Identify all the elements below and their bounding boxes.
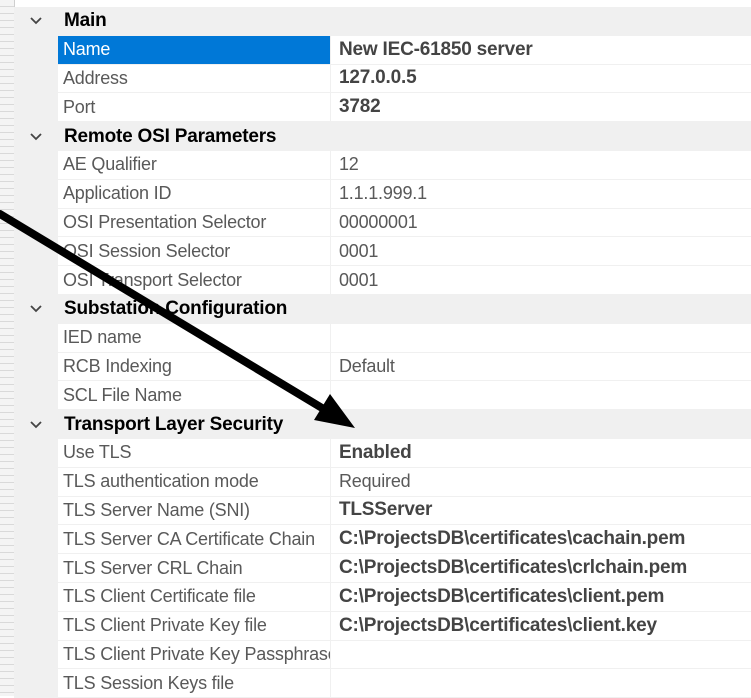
property-name[interactable]: TLS Client Private Key Passphrase — [58, 640, 331, 670]
row-gutter — [14, 669, 58, 698]
property-name[interactable]: TLS Session Keys file — [58, 669, 331, 698]
property-value[interactable]: C:\ProjectsDB\certificates\client.pem — [331, 583, 751, 612]
property-row-tls-server-crl-chain[interactable]: TLS Server CRL Chain C:\ProjectsDB\certif… — [14, 554, 751, 583]
category-label: Main — [64, 10, 107, 32]
property-value[interactable]: 1.1.1.999.1 — [331, 180, 751, 209]
property-name[interactable]: Address — [58, 64, 331, 94]
row-gutter — [14, 323, 58, 353]
property-value[interactable] — [331, 381, 751, 411]
row-gutter — [14, 179, 58, 209]
property-row-port[interactable]: Port 3782 — [14, 93, 751, 123]
row-gutter — [14, 93, 58, 123]
property-row-application-id[interactable]: Application ID 1.1.1.999.1 — [14, 179, 751, 209]
property-value[interactable]: Required — [331, 468, 751, 497]
row-gutter — [14, 582, 58, 612]
category-main[interactable]: Main — [14, 7, 751, 36]
property-name[interactable]: Use TLS — [58, 438, 331, 468]
property-value[interactable]: 127.0.0.5 — [331, 65, 751, 94]
property-row-osi-session-selector[interactable]: OSI Session Selector 0001 — [14, 237, 751, 267]
property-name[interactable]: AE Qualifier — [58, 150, 331, 180]
property-name[interactable]: TLS Client Certificate file — [58, 582, 331, 612]
property-name[interactable]: SCL File Name — [58, 381, 331, 411]
property-row-tls-client-private-key-file[interactable]: TLS Client Private Key file C:\ProjectsDB… — [14, 611, 751, 641]
property-value[interactable] — [331, 669, 751, 698]
row-gutter — [14, 237, 58, 267]
category-label: Remote OSI Parameters — [64, 125, 277, 147]
property-value[interactable]: New IEC-61850 server — [331, 36, 751, 65]
category-expander[interactable] — [14, 7, 58, 36]
row-gutter — [14, 438, 58, 468]
property-value[interactable]: 12 — [331, 151, 751, 180]
chevron-down-icon — [30, 420, 42, 428]
property-name[interactable]: TLS authentication mode — [58, 467, 331, 497]
row-gutter — [14, 467, 58, 497]
row-gutter — [14, 640, 58, 670]
property-row-tls-client-certificate-file[interactable]: TLS Client Certificate file C:\ProjectsDB… — [14, 582, 751, 612]
property-row-tls-authentication-mode[interactable]: TLS authentication mode Required — [14, 467, 751, 497]
property-row-tls-server-name-sni[interactable]: TLS Server Name (SNI) TLSServer — [14, 496, 751, 526]
property-name[interactable]: RCB Indexing — [58, 352, 331, 382]
row-gutter — [14, 554, 58, 583]
category-expander[interactable] — [14, 410, 58, 439]
property-row-rcb-indexing[interactable]: RCB Indexing Default — [14, 352, 751, 382]
row-gutter — [14, 496, 58, 526]
property-value[interactable]: C:\ProjectsDB\certificates\crlchain.pem — [331, 554, 751, 583]
category-expander[interactable] — [14, 295, 58, 324]
category-label: Transport Layer Security — [64, 413, 284, 435]
property-row-osi-transport-selector[interactable]: OSI Transport Selector 0001 — [14, 266, 751, 295]
property-row-use-tls[interactable]: Use TLS Enabled — [14, 438, 751, 468]
property-name[interactable]: Port — [58, 93, 331, 123]
category-label: Substation Configuration — [64, 298, 288, 320]
property-name[interactable]: OSI Session Selector — [58, 237, 331, 267]
property-grid: Main Name New IEC-61850 server Address 127.0… — [14, 7, 751, 698]
property-name[interactable]: Application ID — [58, 179, 331, 209]
property-value[interactable]: TLSServer — [331, 497, 751, 526]
chevron-down-icon — [30, 17, 42, 25]
property-value[interactable]: Default — [331, 353, 751, 382]
property-row-tls-client-private-key-passphrase[interactable]: TLS Client Private Key Passphrase — [14, 640, 751, 670]
category-transport-layer-security[interactable]: Transport Layer Security — [14, 410, 751, 439]
property-row-scl-file-name[interactable]: SCL File Name — [14, 381, 751, 411]
category-substation-configuration[interactable]: Substation Configuration — [14, 294, 751, 324]
property-value[interactable]: 3782 — [331, 93, 751, 123]
row-gutter — [14, 525, 58, 555]
property-value[interactable]: 0001 — [331, 237, 751, 267]
property-row-tls-session-keys-file[interactable]: TLS Session Keys file — [14, 669, 751, 698]
property-name[interactable]: IED name — [58, 323, 331, 353]
property-name[interactable]: OSI Presentation Selector — [58, 208, 331, 238]
row-gutter — [14, 208, 58, 238]
property-row-ied-name[interactable]: IED name — [14, 323, 751, 353]
row-gutter — [14, 150, 58, 180]
property-name[interactable]: TLS Client Private Key file — [58, 611, 331, 641]
property-name[interactable]: TLS Server Name (SNI) — [58, 496, 331, 526]
property-value[interactable]: 00000001 — [331, 209, 751, 238]
property-row-osi-presentation-selector[interactable]: OSI Presentation Selector 00000001 — [14, 208, 751, 238]
property-value[interactable] — [331, 324, 751, 353]
row-gutter — [14, 266, 58, 295]
chevron-down-icon — [30, 305, 42, 313]
property-name[interactable]: Name — [58, 35, 331, 65]
row-gutter — [14, 381, 58, 411]
property-value[interactable]: C:\ProjectsDB\certificates\client.key — [331, 612, 751, 641]
property-name[interactable]: TLS Server CRL Chain — [58, 554, 331, 583]
property-row-tls-server-ca-certificate-chain[interactable]: TLS Server CA Certificate Chain C:\Projec… — [14, 525, 751, 555]
property-value[interactable]: C:\ProjectsDB\certificates\cachain.pem — [331, 525, 751, 555]
left-panel-edge — [0, 0, 15, 696]
category-expander[interactable] — [14, 122, 58, 151]
property-row-name[interactable]: Name New IEC-61850 server — [14, 35, 751, 65]
row-gutter — [14, 35, 58, 65]
property-row-ae-qualifier[interactable]: AE Qualifier 12 — [14, 150, 751, 180]
row-gutter — [14, 64, 58, 94]
chevron-down-icon — [30, 132, 42, 140]
property-row-address[interactable]: Address 127.0.0.5 — [14, 64, 751, 94]
property-value[interactable]: Enabled — [331, 439, 751, 468]
property-name[interactable]: TLS Server CA Certificate Chain — [58, 525, 331, 555]
property-value[interactable]: 0001 — [331, 266, 751, 295]
row-gutter — [14, 352, 58, 382]
property-value[interactable] — [331, 641, 751, 670]
property-name[interactable]: OSI Transport Selector — [58, 266, 331, 295]
row-gutter — [14, 611, 58, 641]
category-remote-osi-parameters[interactable]: Remote OSI Parameters — [14, 122, 751, 151]
